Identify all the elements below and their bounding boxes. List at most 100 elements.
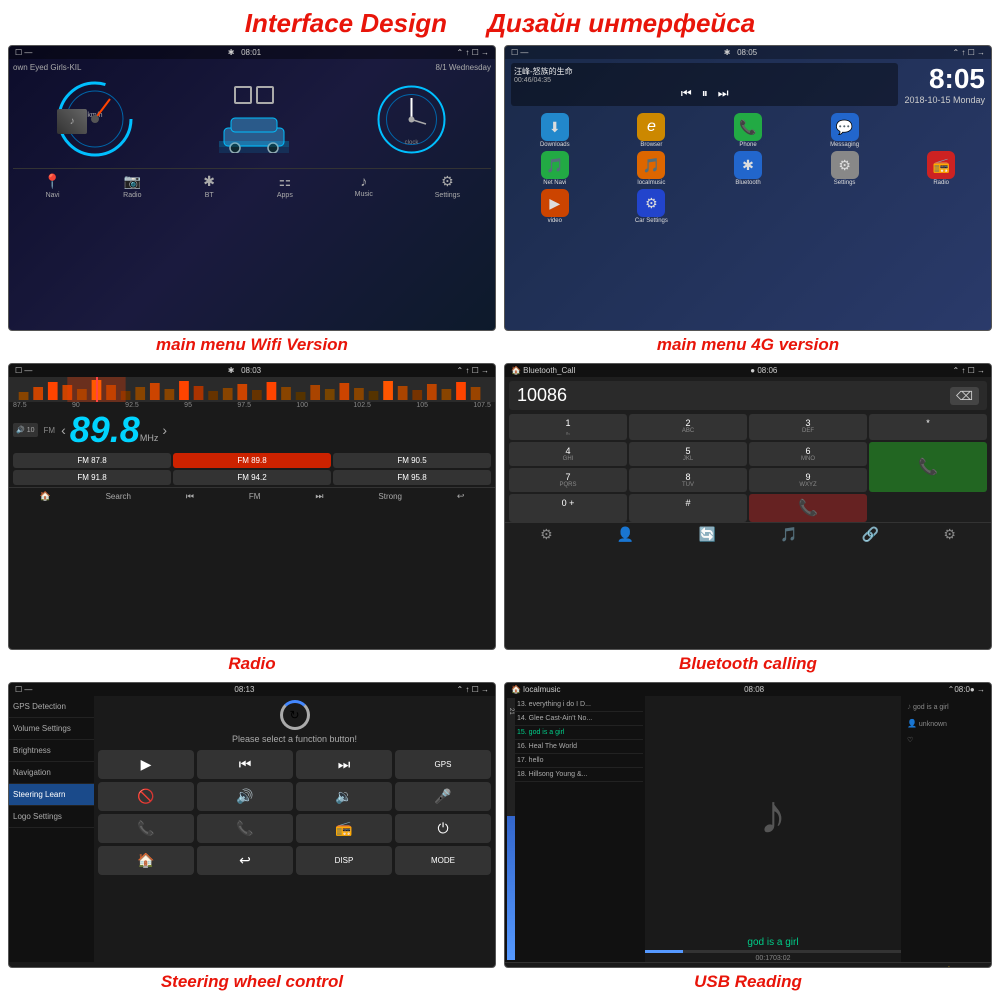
key-3[interactable]: 3DEF (749, 414, 867, 440)
sidebar-gps[interactable]: GPS Detection (9, 696, 94, 718)
nav-navi[interactable]: 📍 Navi (44, 173, 61, 199)
preset-6[interactable]: FM 95.8 (333, 470, 491, 485)
song-18[interactable]: 18. Hillsong Young &... (515, 768, 643, 782)
music-song: 汪峰-怒族的生命 (514, 66, 895, 77)
bt-bottom-bar: ⚙ 👤 🔄 🎵 🔗 ⚙ (505, 522, 991, 546)
bt-keyboard-icon[interactable]: ⚙ (540, 526, 553, 543)
app-bluetooth[interactable]: ✱ Bluetooth (701, 151, 795, 186)
btn-prev[interactable]: ⏮ (197, 750, 293, 779)
next-freq-btn[interactable]: › (162, 422, 167, 438)
btn-disp[interactable]: DISP (296, 846, 392, 875)
home-btn[interactable]: 🏠 (39, 491, 50, 502)
key-6[interactable]: 6MNO (749, 442, 867, 466)
preset-4[interactable]: FM 91.8 (13, 470, 171, 485)
sidebar-brightness[interactable]: Brightness (9, 740, 94, 762)
pause-btn[interactable]: ⏸ (702, 86, 708, 101)
song-16[interactable]: 16. Heal The World (515, 740, 643, 754)
strong-btn[interactable]: Strong (378, 492, 402, 501)
key-7[interactable]: 7PQRS (509, 468, 627, 492)
key-8[interactable]: 8TUV (629, 468, 747, 492)
btn-vol-up[interactable]: 🔊 (197, 782, 293, 811)
playlist-btn[interactable]: ☰ (543, 966, 554, 968)
bt-recent-icon[interactable]: 🔄 (698, 526, 715, 543)
btn-play[interactable]: ▶ (98, 750, 194, 779)
key-4[interactable]: 4GHI (509, 442, 627, 466)
nav-apps[interactable]: ⚏ Apps (277, 173, 293, 199)
backspace-btn[interactable]: ⌫ (950, 387, 979, 405)
preset-2-active[interactable]: FM 89.8 (173, 453, 331, 468)
key-2[interactable]: 2ABC (629, 414, 747, 440)
progress-fill (645, 950, 683, 953)
btn-mic[interactable]: 🎤 (395, 782, 491, 811)
app-downloads[interactable]: ⬇ Downloads (508, 113, 602, 148)
btn-power[interactable]: ⏻ (395, 814, 491, 843)
song-15-active[interactable]: 15. god is a girl (515, 726, 643, 740)
favorite-btn[interactable]: ♡ (905, 734, 987, 746)
btn-back[interactable]: ↩ (197, 846, 293, 875)
app-phone[interactable]: 📞 Phone (701, 113, 795, 148)
key-5[interactable]: 5JKL (629, 442, 747, 466)
song-17[interactable]: 17. hello (515, 754, 643, 768)
key-hash[interactable]: # (629, 494, 747, 522)
next-btn[interactable]: ⏭ (315, 491, 323, 502)
key-9[interactable]: 9WXYZ (749, 468, 867, 492)
progress-bar[interactable] (645, 950, 901, 953)
app-settings-center[interactable]: ⚙ Settings (798, 151, 892, 186)
equalizer-btn[interactable]: ⚡ (938, 966, 953, 968)
next-track-btn[interactable]: ⏭ (858, 966, 869, 968)
prev-freq-btn[interactable]: ‹ (61, 422, 66, 438)
next-btn[interactable]: ⏭ (718, 86, 729, 101)
fm-btn[interactable]: FM (249, 492, 261, 501)
pause-track-btn[interactable]: ⏸ (783, 966, 789, 968)
btn-gps[interactable]: GPS (395, 750, 491, 779)
song-14[interactable]: 14. Glee Cast-Ain't No... (515, 712, 643, 726)
nav-music[interactable]: ♪ Music (355, 173, 373, 199)
back-btn[interactable]: ↩ (457, 491, 465, 502)
preset-1[interactable]: FM 87.8 (13, 453, 171, 468)
repeat-btn[interactable]: ↩ (623, 966, 633, 968)
key-1[interactable]: 1ₒ꜀ (509, 414, 627, 440)
btn-vol-down[interactable]: 🔉 (296, 782, 392, 811)
btn-mute[interactable]: 🚫 (98, 782, 194, 811)
preset-3[interactable]: FM 90.5 (333, 453, 491, 468)
app-browser[interactable]: e Browser (605, 113, 699, 148)
nav-bt[interactable]: ✱ BT (203, 173, 215, 199)
app-localmusic[interactable]: 🎵 localmusic (605, 151, 699, 186)
app-radio[interactable]: 📻 Radio (894, 151, 988, 186)
prev-btn[interactable]: ⏮ (186, 491, 194, 502)
car-svg (219, 108, 289, 153)
app-messaging[interactable]: 💬 Messaging (798, 113, 892, 148)
end-call-button[interactable]: 📞 (749, 494, 867, 522)
btn-home[interactable]: 🏠 (98, 846, 194, 875)
sidebar-logo[interactable]: Logo Settings (9, 806, 94, 828)
nav-settings[interactable]: ⚙ Settings (435, 173, 460, 199)
bt-link-icon[interactable]: 🔗 (862, 526, 879, 543)
prev-track-btn[interactable]: ⏮ (702, 966, 713, 968)
search-btn[interactable]: Search (106, 492, 131, 501)
app-carsettings[interactable]: ⚙ Car Settings (605, 189, 699, 224)
key-0[interactable]: 0 + (509, 494, 627, 522)
preset-5[interactable]: FM 94.2 (173, 470, 331, 485)
music-panel: 汪峰-怒族的生命 00:46/04:35 ⏮ ⏸ ⏭ (511, 63, 898, 106)
app-netnavi[interactable]: 🎵 Net Navi (508, 151, 602, 186)
bt-settings-icon[interactable]: ⚙ (943, 526, 956, 543)
call-button[interactable]: 📞 (869, 442, 987, 492)
bt-contacts-icon[interactable]: 👤 (617, 526, 634, 543)
btn-mode[interactable]: MODE (395, 846, 491, 875)
song-13[interactable]: 13. everything i do I D... (515, 698, 643, 712)
btn-radio[interactable]: 📻 (296, 814, 392, 843)
header: Interface Design Дизайн интерфейса (8, 8, 992, 39)
nav-radio[interactable]: 📷 Radio (123, 173, 141, 199)
sidebar-navigation[interactable]: Navigation (9, 762, 94, 784)
bt-music-icon[interactable]: 🎵 (780, 526, 797, 543)
app-video[interactable]: ▶ video (508, 189, 602, 224)
btn-next[interactable]: ⏭ (296, 750, 392, 779)
sidebar-steering-learn[interactable]: Steering Learn (9, 784, 94, 806)
sidebar-volume[interactable]: Volume Settings (9, 718, 94, 740)
screen-steering: ☐ — 08:13 ⌃ ↑ ☐ → GPS Detection Volume S… (8, 682, 496, 968)
key-star[interactable]: * (869, 414, 987, 440)
prev-btn[interactable]: ⏮ (681, 86, 692, 101)
btn-end[interactable]: 📞 (197, 814, 293, 843)
btn-call[interactable]: 📞 (98, 814, 194, 843)
cell-radio: ☐ — ✱ 08:03 ⌃ ↑ ☐ → (8, 363, 496, 673)
